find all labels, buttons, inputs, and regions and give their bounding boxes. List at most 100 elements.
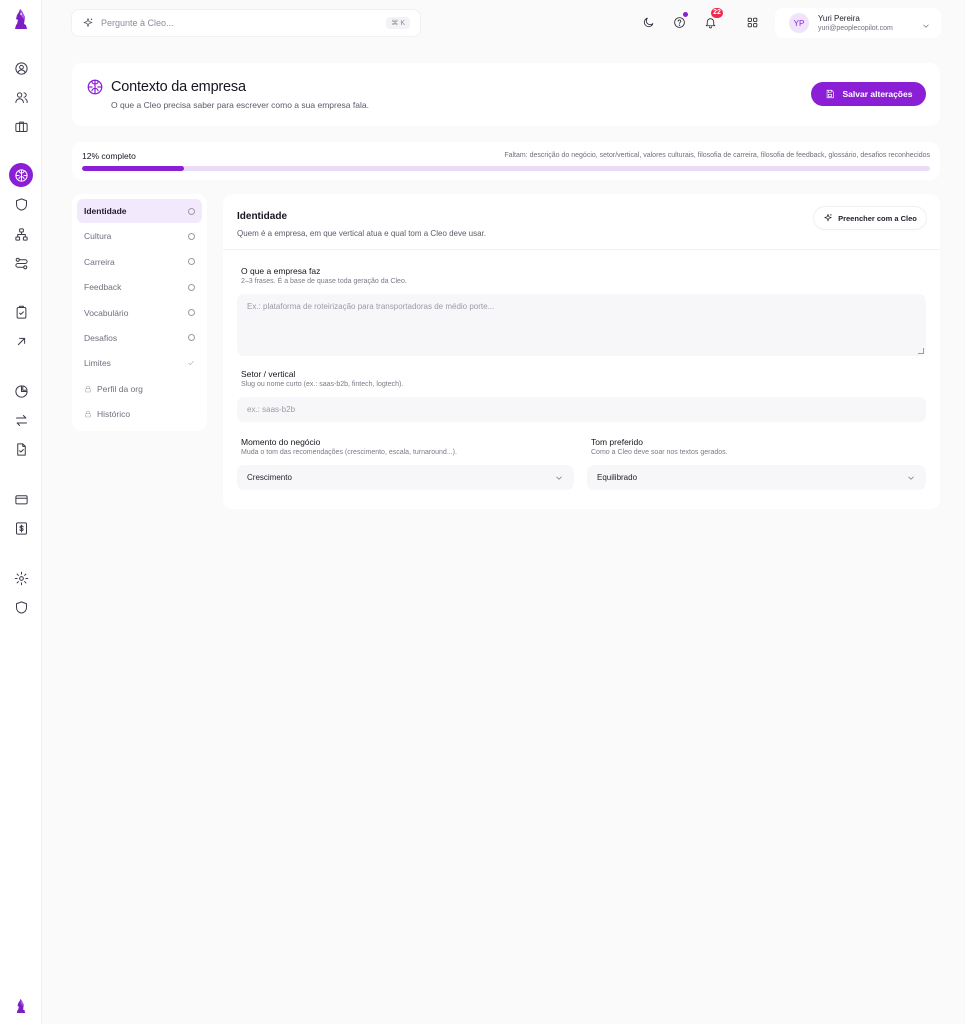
search-placeholder: Pergunte à Cleo... — [101, 18, 174, 28]
tone-help: Como a Cleo deve soar nos textos gerados… — [591, 449, 728, 456]
sparkle-icon — [83, 18, 93, 27]
tone-label: Tom preferido — [591, 437, 643, 447]
sector-input[interactable]: ex.: saas-b2b — [237, 397, 926, 422]
pending-status-icon — [188, 232, 195, 240]
nav-item-limites[interactable]: Limites — [77, 351, 202, 375]
dark-mode-icon[interactable] — [640, 14, 656, 30]
moment-label: Momento do negócio — [241, 437, 321, 447]
save-icon — [826, 89, 834, 99]
security-shield-icon[interactable] — [9, 595, 33, 619]
nav-item-desafios[interactable]: Desafios — [77, 326, 202, 350]
credit-card-icon[interactable] — [9, 487, 33, 511]
fill-with-cleo-label: Preencher com a Cleo — [838, 213, 917, 223]
progress-card: 12% completo Faltam: descrição do negóci… — [72, 142, 940, 180]
progress-label: 12% completo — [82, 151, 136, 161]
swap-icon[interactable] — [9, 408, 33, 432]
chevron-down-icon — [906, 473, 916, 483]
sector-label: Setor / vertical — [241, 369, 296, 379]
tone-value: Equilibrado — [597, 473, 638, 482]
page-header: Contexto da empresa O que a Cleo precisa… — [72, 63, 940, 126]
nav-item-vocabul-rio[interactable]: Vocabulário — [77, 301, 202, 325]
fill-with-cleo-button[interactable]: Preencher com a Cleo — [814, 207, 926, 229]
tone-select[interactable]: Equilibrado — [587, 465, 926, 490]
nav-item-label: Perfil da org — [97, 383, 143, 394]
user-menu[interactable]: YP Yuri Pereira yuri@peoplecopilot.com — [775, 8, 941, 38]
nav-item-carreira[interactable]: Carreira — [77, 250, 202, 274]
lock-icon — [84, 385, 92, 393]
nav-item-feedback[interactable]: Feedback — [77, 275, 202, 299]
save-button[interactable]: Salvar alterações — [811, 82, 926, 106]
section-subtitle: Quem é a empresa, em que vertical atua e… — [237, 229, 487, 238]
lock-icon — [84, 410, 92, 418]
sector-placeholder: ex.: saas-b2b — [247, 405, 296, 414]
moment-value: Crescimento — [247, 473, 292, 482]
page-subtitle: O que a Cleo precisa saber para escrever… — [111, 100, 369, 110]
missing-sections: Faltam: descrição do negócio, setor/vert… — [504, 152, 930, 159]
pending-status-icon — [188, 283, 195, 291]
help-indicator-dot — [683, 12, 688, 17]
clipboard-check-icon[interactable] — [9, 300, 33, 324]
chevron-down-icon — [921, 18, 931, 28]
file-check-icon[interactable] — [9, 437, 33, 461]
page-title: Contexto da empresa — [111, 79, 246, 95]
profile-icon[interactable] — [9, 56, 33, 80]
pending-status-icon — [188, 258, 195, 266]
sector-help: Slug ou nome curto (ex.: saas-b2b, finte… — [241, 381, 404, 388]
nav-item-cultura[interactable]: Cultura — [77, 224, 202, 248]
business-placeholder: Ex.: plataforma de roteirização para tra… — [247, 302, 495, 311]
app-logo[interactable] — [11, 8, 31, 30]
sparkle-icon — [824, 213, 832, 222]
progress-fill — [82, 166, 184, 171]
nav-item-label: Carreira — [84, 256, 115, 267]
nav-item-label: Identidade — [84, 206, 127, 216]
arrow-up-right-icon[interactable] — [9, 329, 33, 353]
brain-icon[interactable] — [9, 163, 33, 187]
apps-grid-icon[interactable] — [744, 14, 760, 30]
business-description-textarea[interactable]: Ex.: plataforma de roteirização para tra… — [237, 294, 926, 356]
search-shortcut: ⌘ K — [386, 17, 410, 29]
notification-badge: 22 — [711, 8, 723, 18]
app-logo-small[interactable] — [14, 998, 28, 1014]
bell-icon[interactable]: 22 — [702, 8, 723, 30]
chevron-down-icon — [554, 473, 564, 483]
nav-item-label: Histórico — [97, 409, 131, 420]
check-icon — [187, 359, 195, 367]
cleo-search-bar[interactable]: Pergunte à Cleo... ⌘ K — [72, 10, 420, 36]
shield-icon[interactable] — [9, 192, 33, 216]
save-button-label: Salvar alterações — [842, 89, 913, 99]
nav-item-label: Feedback — [84, 282, 122, 293]
nav-item-label: Limites — [84, 358, 111, 369]
nav-item-label: Desafios — [84, 332, 118, 343]
billing-icon[interactable] — [9, 516, 33, 540]
help-icon[interactable] — [671, 12, 688, 30]
org-chart-icon[interactable] — [9, 222, 33, 246]
divider — [223, 249, 940, 250]
resize-handle[interactable] — [918, 348, 924, 354]
pending-status-icon — [188, 207, 195, 215]
pending-status-icon — [188, 309, 195, 317]
workflow-icon[interactable] — [9, 251, 33, 275]
section-title: Identidade — [237, 211, 288, 222]
nav-item-label: Vocabulário — [84, 307, 129, 318]
avatar: YP — [789, 13, 809, 33]
nav-item-identidade[interactable]: Identidade — [77, 199, 202, 223]
business-help: 2–3 frases. É a base de quase toda geraç… — [241, 278, 407, 285]
brain-icon — [86, 78, 104, 96]
nav-item-perfil-da-org[interactable]: Perfil da org — [77, 377, 202, 401]
moment-select[interactable]: Crescimento — [237, 465, 574, 490]
identity-form: Identidade Quem é a empresa, em que vert… — [223, 194, 940, 509]
progress-bar — [82, 166, 930, 171]
moment-help: Muda o tom das recomendações (cresciment… — [241, 449, 457, 456]
nav-item-hist-rico[interactable]: Histórico — [77, 402, 202, 426]
people-icon[interactable] — [9, 85, 33, 109]
left-rail — [0, 0, 42, 1024]
nav-item-label: Cultura — [84, 231, 112, 242]
briefcase-icon[interactable] — [9, 114, 33, 138]
business-label: O que a empresa faz — [241, 266, 321, 276]
pending-status-icon — [188, 334, 195, 342]
settings-icon[interactable] — [9, 566, 33, 590]
user-name: Yuri Pereira — [818, 14, 860, 23]
pie-chart-icon[interactable] — [9, 379, 33, 403]
user-email: yuri@peoplecopilot.com — [818, 25, 893, 32]
section-nav: Identidade Cultura Carreira Feedback Vocabul… — [72, 194, 207, 431]
